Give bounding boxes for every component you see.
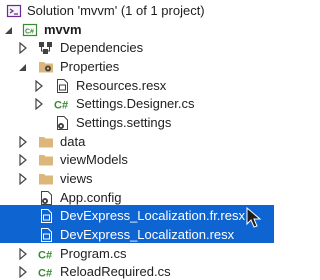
folder-icon bbox=[39, 137, 53, 148]
collapsed-arrow-icon[interactable] bbox=[34, 98, 44, 110]
expanded-arrow-icon[interactable] bbox=[18, 61, 28, 73]
tree-row-views-folder[interactable]: views bbox=[0, 168, 274, 187]
tree-row-solution[interactable]: Solution 'mvvm' (1 of 1 project) bbox=[0, 0, 274, 19]
tree-item-label: Properties bbox=[60, 59, 120, 74]
tree-item-label: views bbox=[60, 171, 93, 186]
tree-row-app-config[interactable]: App.config bbox=[0, 187, 274, 206]
tree-item-label: Program.cs bbox=[60, 246, 127, 261]
tree-row-dependencies[interactable]: Dependencies bbox=[0, 37, 274, 56]
project-label: mvvm bbox=[44, 22, 82, 37]
csharp-file-icon: C# bbox=[38, 250, 52, 262]
solution-label: Solution 'mvvm' (1 of 1 project) bbox=[27, 3, 205, 18]
collapsed-arrow-icon[interactable] bbox=[18, 266, 28, 278]
csharp-file-icon: C# bbox=[54, 100, 68, 112]
resource-file-icon bbox=[41, 209, 52, 223]
tree-item-label: Resources.resx bbox=[76, 78, 167, 93]
tree-item-label: DevExpress_Localization.fr.resx bbox=[60, 208, 245, 223]
svg-text:C#: C# bbox=[38, 250, 52, 262]
tree-row-viewmodels-folder[interactable]: viewModels bbox=[0, 149, 274, 168]
collapsed-arrow-icon[interactable] bbox=[18, 154, 28, 166]
config-file-icon bbox=[41, 191, 52, 205]
properties-folder-icon bbox=[39, 62, 53, 73]
expanded-arrow-icon[interactable] bbox=[4, 24, 14, 36]
svg-text:C#: C# bbox=[38, 268, 52, 280]
solution-icon bbox=[6, 4, 22, 18]
tree-row-data-folder[interactable]: data bbox=[0, 131, 274, 150]
tree-item-label: Settings.settings bbox=[76, 115, 172, 130]
tree-row-resources-resx[interactable]: Resources.resx bbox=[0, 75, 274, 94]
tree-row-settings-designer[interactable]: C# Settings.Designer.cs bbox=[0, 93, 274, 112]
resource-file-icon bbox=[41, 228, 52, 242]
tree-item-label: DevExpress_Localization.resx bbox=[60, 227, 235, 242]
svg-text:C#: C# bbox=[54, 100, 68, 112]
collapsed-arrow-icon[interactable] bbox=[18, 173, 28, 185]
tree-item-label: ReloadRequired.cs bbox=[60, 264, 171, 279]
collapsed-arrow-icon[interactable] bbox=[18, 248, 28, 260]
folder-icon bbox=[39, 174, 53, 185]
csharp-file-icon: C# bbox=[38, 268, 52, 280]
tree-item-label: App.config bbox=[60, 190, 122, 205]
collapsed-arrow-icon[interactable] bbox=[18, 136, 28, 148]
dependencies-icon bbox=[39, 42, 52, 54]
tree-row-program-cs[interactable]: C# Program.cs bbox=[0, 243, 274, 262]
mouse-cursor-icon bbox=[246, 207, 262, 228]
collapsed-arrow-icon[interactable] bbox=[34, 80, 44, 92]
csharp-project-icon: C# bbox=[22, 23, 38, 37]
tree-item-label: Settings.Designer.cs bbox=[76, 96, 195, 111]
tree-item-label: viewModels bbox=[60, 152, 128, 167]
tree-item-label: data bbox=[60, 134, 86, 149]
settings-file-icon bbox=[57, 116, 68, 130]
folder-icon bbox=[39, 155, 53, 166]
tree-row-localization-resx[interactable]: DevExpress_Localization.resx bbox=[0, 224, 274, 243]
tree-row-settings-settings[interactable]: Settings.settings bbox=[0, 112, 274, 131]
collapsed-arrow-icon[interactable] bbox=[18, 42, 28, 54]
tree-item-label: Dependencies bbox=[60, 40, 144, 55]
tree-row-localization-fr-resx[interactable]: DevExpress_Localization.fr.resx bbox=[0, 205, 274, 224]
tree-row-project-mvvm[interactable]: C# mvvm bbox=[0, 19, 274, 38]
tree-row-reloadrequired-cs[interactable]: C# ReloadRequired.cs bbox=[0, 261, 274, 280]
resource-file-icon bbox=[57, 79, 68, 93]
svg-text:C#: C# bbox=[25, 29, 34, 36]
tree-row-properties[interactable]: Properties bbox=[0, 56, 274, 75]
